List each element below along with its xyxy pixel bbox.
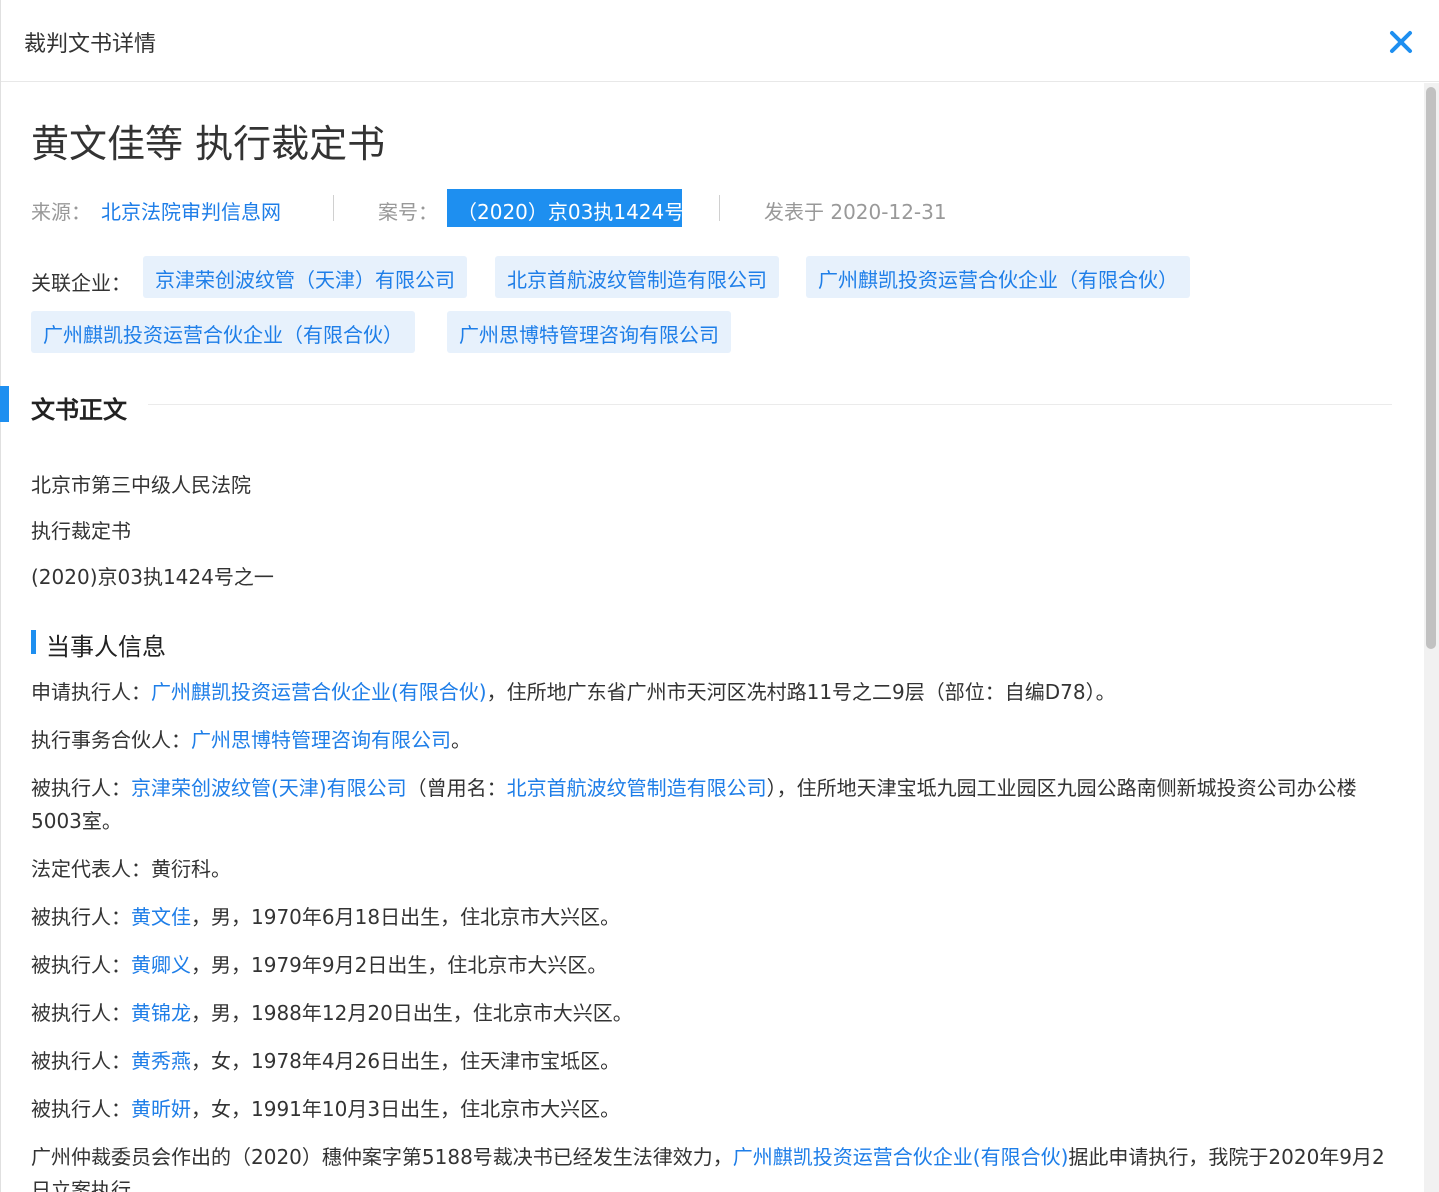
party-link[interactable]: 黄昕妍 [131, 1097, 191, 1121]
party-link[interactable]: 广州思博特管理咨询有限公司 [191, 728, 451, 752]
party-detail: 。 [451, 728, 471, 752]
party-link[interactable]: 广州麒凯投资运营合伙企业(有限合伙) [151, 680, 487, 704]
subsection-title: 当事人信息 [46, 633, 166, 661]
party-role: 申请执行人： [31, 680, 151, 704]
doc-type: 执行裁定书 [31, 519, 131, 543]
party-link[interactable]: 黄卿义 [131, 953, 191, 977]
court-name: 北京市第三中级人民法院 [31, 473, 251, 497]
party-paragraph: 执行事务合伙人：广州思博特管理咨询有限公司。 [31, 724, 1393, 757]
section-marker [0, 386, 9, 422]
party-paragraph: 被执行人：黄文佳，男，1970年6月18日出生，住北京市大兴区。 [31, 901, 1393, 934]
party-link[interactable]: 黄秀燕 [131, 1049, 191, 1073]
party-detail: ，男，1979年9月2日出生，住北京市大兴区。 [191, 953, 608, 977]
party-detail: ，男，1988年12月20日出生，住北京市大兴区。 [191, 1001, 633, 1025]
meta-divider [719, 195, 720, 221]
party-detail: ，女，1991年10月3日出生，住北京市大兴区。 [191, 1097, 621, 1121]
party-detail: （曾用名： [406, 776, 507, 800]
party-role: 执行事务合伙人： [31, 728, 191, 752]
party-detail: ，住所地广东省广州市天河区冼村路11号之二9层（部位：自编D78）。 [486, 680, 1116, 704]
party-link[interactable]: 黄文佳 [131, 905, 191, 929]
scrollbar-thumb[interactable] [1426, 87, 1436, 649]
section-divider [148, 404, 1392, 405]
case-number-text: (2020)京03执1424号之一 [31, 565, 274, 589]
ruling-paragraph: 广州仲裁委员会作出的（2020）穗仲案字第5188号裁决书已经发生法律效力，广州… [31, 1141, 1393, 1192]
modal-title: 裁判文书详情 [24, 32, 157, 57]
party-paragraph: 申请执行人：广州麒凯投资运营合伙企业(有限合伙)，住所地广东省广州市天河区冼村路… [31, 676, 1393, 709]
case-label: 案号： [378, 200, 438, 224]
close-icon[interactable] [1384, 26, 1418, 58]
related-company-tag[interactable]: 北京首航波纹管制造有限公司 [495, 256, 779, 298]
party-link[interactable]: 广州麒凯投资运营合伙企业(有限合伙) [733, 1145, 1069, 1169]
party-paragraph: 被执行人：黄锦龙，男，1988年12月20日出生，住北京市大兴区。 [31, 997, 1393, 1030]
party-role: 被执行人： [31, 776, 131, 800]
related-company-tag[interactable]: 京津荣创波纹管（天津）有限公司 [143, 256, 467, 298]
document-title: 黄文佳等 执行裁定书 [31, 122, 386, 166]
party-role: 被执行人： [31, 953, 131, 977]
party-link[interactable]: 京津荣创波纹管(天津)有限公司 [131, 776, 407, 800]
party-paragraph: 法定代表人：黄衍科。 [31, 857, 231, 881]
related-company-tag[interactable]: 广州麒凯投资运营合伙企业（有限合伙） [806, 256, 1190, 298]
party-link[interactable]: 北京首航波纹管制造有限公司 [507, 776, 767, 800]
subsection-marker [31, 630, 36, 654]
party-role: 被执行人： [31, 1097, 131, 1121]
source-link[interactable]: 北京法院审判信息网 [101, 196, 281, 225]
section-title: 文书正文 [31, 396, 127, 424]
party-paragraph: 被执行人：黄卿义，男，1979年9月2日出生，住北京市大兴区。 [31, 949, 1393, 982]
party-link[interactable]: 黄锦龙 [131, 1001, 191, 1025]
party-detail: ，男，1970年6月18日出生，住北京市大兴区。 [191, 905, 621, 929]
party-role: 被执行人： [31, 1001, 131, 1025]
party-paragraph: 被执行人：京津荣创波纹管(天津)有限公司（曾用名：北京首航波纹管制造有限公司），… [31, 772, 1393, 838]
party-role: 被执行人： [31, 905, 131, 929]
publish-date: 发表于 2020-12-31 [764, 200, 947, 224]
party-paragraph: 被执行人：黄昕妍，女，1991年10月3日出生，住北京市大兴区。 [31, 1093, 1393, 1126]
party-role: 被执行人： [31, 1049, 131, 1073]
modal-header: 裁判文书详情 [0, 0, 1439, 82]
related-companies-label: 关联企业： [31, 271, 131, 295]
meta-divider [333, 195, 334, 221]
vertical-scrollbar[interactable] [1424, 83, 1439, 1192]
modal-body: 黄文佳等 执行裁定书 来源： 北京法院审判信息网 案号： （2020）京03执1… [0, 83, 1424, 1192]
party-paragraph: 被执行人：黄秀燕，女，1978年4月26日出生，住天津市宝坻区。 [31, 1045, 1393, 1078]
case-number-badge[interactable]: （2020）京03执1424号 [447, 189, 685, 227]
party-detail: ，女，1978年4月26日出生，住天津市宝坻区。 [191, 1049, 621, 1073]
source-label: 来源： [31, 200, 91, 224]
related-company-tag[interactable]: 广州思博特管理咨询有限公司 [447, 311, 731, 353]
ruling-text: 广州仲裁委员会作出的（2020）穗仲案字第5188号裁决书已经发生法律效力， [31, 1145, 733, 1169]
related-company-tag[interactable]: 广州麒凯投资运营合伙企业（有限合伙） [31, 311, 415, 353]
case-number: （2020）京03执1424号 [457, 200, 685, 224]
